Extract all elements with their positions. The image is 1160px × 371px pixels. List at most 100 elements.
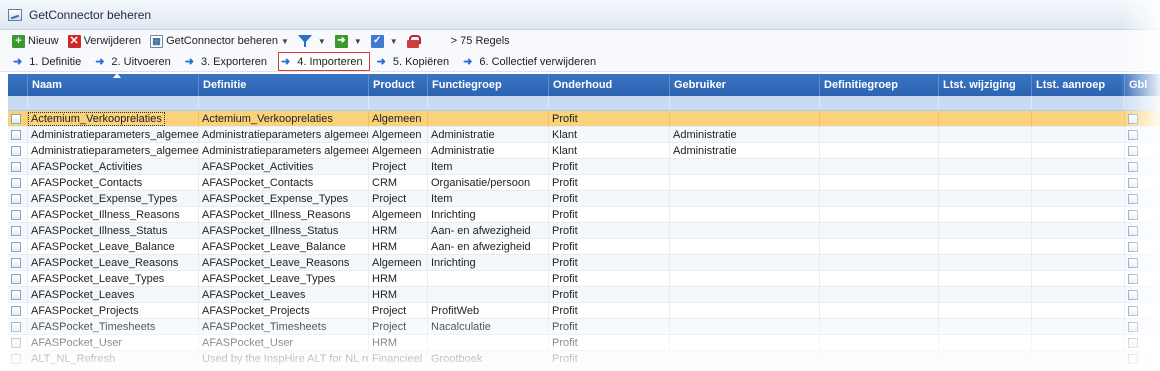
table-cell-definitie[interactable]: AFASPocket_Leave_Reasons [199, 255, 369, 270]
table-cell-onderhoud[interactable]: Klant [549, 127, 670, 142]
table-cell[interactable] [1032, 159, 1125, 174]
row-checkbox[interactable] [11, 321, 21, 332]
table-row[interactable]: Actemium_Verkooprelaties Actemium_Verkoop… [8, 111, 1160, 127]
filter-input-ltst-wijziging[interactable] [939, 96, 1032, 110]
row-checkbox[interactable] [11, 113, 21, 124]
table-cell-functiegroep[interactable]: Organisatie/persoon [428, 175, 549, 190]
table-row[interactable]: AFASPocket_Activities AFASPocket_Activiti… [8, 159, 1160, 175]
table-cell[interactable] [820, 175, 939, 190]
table-cell-naam[interactable]: AFASPocket_Leave_Reasons [28, 255, 199, 270]
table-cell-definitie[interactable]: AFASPocket_Activities [199, 159, 369, 174]
gbl-checkbox[interactable] [1128, 145, 1138, 156]
column-header-ltst-wijziging[interactable]: Ltst. wijziging [939, 74, 1032, 96]
table-cell-definitie[interactable]: Used by the InspHire ALT for NL re [199, 351, 369, 366]
table-cell-product[interactable]: HRM [369, 239, 428, 254]
table-cell-naam[interactable]: AFASPocket_Illness_Reasons [28, 207, 199, 222]
table-cell-product[interactable]: HRM [369, 271, 428, 286]
table-cell-gebruiker[interactable] [670, 287, 820, 302]
gbl-checkbox[interactable] [1128, 129, 1138, 140]
row-checkbox[interactable] [11, 305, 21, 316]
gbl-checkbox[interactable] [1128, 225, 1138, 236]
step-kopieren[interactable]: ➜ 5. Kopiëren [374, 52, 456, 71]
table-row[interactable]: Administratieparameters_algemeen Administ… [8, 127, 1160, 143]
table-cell[interactable] [939, 255, 1032, 270]
table-cell-functiegroep[interactable] [428, 271, 549, 286]
row-checkbox[interactable] [11, 161, 21, 172]
filter-button[interactable]: ▼ [297, 35, 326, 47]
table-cell-onderhoud[interactable]: Profit [549, 191, 670, 206]
column-header-product[interactable]: Product [369, 74, 428, 96]
export-button[interactable]: ➜ ▼ [334, 34, 362, 48]
table-cell-functiegroep[interactable]: Aan- en afwezigheid [428, 239, 549, 254]
filter-input-gebruiker[interactable] [670, 96, 820, 110]
table-cell-naam[interactable]: AFASPocket_Expense_Types [28, 191, 199, 206]
table-row[interactable]: AFASPocket_Expense_Types AFASPocket_Expen… [8, 191, 1160, 207]
table-cell[interactable] [1032, 303, 1125, 318]
table-cell[interactable] [939, 271, 1032, 286]
table-row[interactable]: AFASPocket_Contacts AFASPocket_Contacts CR… [8, 175, 1160, 191]
table-cell-onderhoud[interactable]: Profit [549, 207, 670, 222]
filter-input-gbl[interactable] [1125, 96, 1160, 110]
table-cell-gebruiker[interactable] [670, 303, 820, 318]
table-row[interactable]: AFASPocket_Illness_Status AFASPocket_Illn… [8, 223, 1160, 239]
filter-input-definitiegroep[interactable] [820, 96, 939, 110]
table-cell-gebruiker[interactable] [670, 159, 820, 174]
table-cell-definitie[interactable]: AFASPocket_Illness_Status [199, 223, 369, 238]
table-cell-functiegroep[interactable]: Item [428, 159, 549, 174]
table-cell-naam[interactable]: Administratieparameters_algemeen [28, 127, 199, 142]
table-cell-definitie[interactable]: AFASPocket_Illness_Reasons [199, 207, 369, 222]
column-header-functiegroep[interactable]: Functiegroep [428, 74, 549, 96]
filter-input-definitie[interactable] [199, 96, 369, 110]
table-cell[interactable] [939, 319, 1032, 334]
table-cell-gebruiker[interactable] [670, 239, 820, 254]
gbl-checkbox[interactable] [1128, 289, 1138, 300]
table-cell[interactable] [939, 143, 1032, 158]
table-cell-onderhoud[interactable]: Profit [549, 351, 670, 366]
table-cell-product[interactable]: Financieel [369, 351, 428, 366]
table-cell-definitie[interactable]: Actemium_Verkooprelaties [199, 111, 369, 126]
table-cell-functiegroep[interactable]: Item [428, 191, 549, 206]
row-checkbox[interactable] [11, 353, 21, 364]
table-cell-onderhoud[interactable]: Profit [549, 239, 670, 254]
table-cell-product[interactable]: Project [369, 191, 428, 206]
table-cell-onderhoud[interactable]: Profit [549, 175, 670, 190]
table-row[interactable]: AFASPocket_User AFASPocket_User HRM Profit [8, 335, 1160, 351]
table-cell[interactable] [820, 223, 939, 238]
table-cell-onderhoud[interactable]: Profit [549, 271, 670, 286]
table-row[interactable]: AFASPocket_Leave_Reasons AFASPocket_Leave… [8, 255, 1160, 271]
gbl-checkbox[interactable] [1128, 273, 1138, 284]
step-importeren[interactable]: ➜ 4. Importeren [278, 52, 370, 71]
column-header-select[interactable] [8, 74, 28, 96]
table-cell-functiegroep[interactable]: Grootboek [428, 351, 549, 366]
table-cell-naam[interactable]: ALT_NL_Refresh [28, 351, 199, 366]
table-cell-definitie[interactable]: AFASPocket_Projects [199, 303, 369, 318]
table-cell-functiegroep[interactable]: Nacalculatie [428, 319, 549, 334]
table-cell-naam[interactable]: AFASPocket_Activities [28, 159, 199, 174]
row-checkbox[interactable] [11, 257, 21, 268]
table-cell-product[interactable]: CRM [369, 175, 428, 190]
new-button[interactable]: + Nieuw [12, 34, 59, 48]
table-cell-naam[interactable]: AFASPocket_Illness_Status [28, 223, 199, 238]
table-row[interactable]: AFASPocket_Leave_Types AFASPocket_Leave_T… [8, 271, 1160, 287]
table-cell-onderhoud[interactable]: Profit [549, 223, 670, 238]
table-cell[interactable] [820, 287, 939, 302]
filter-input-product[interactable] [369, 96, 428, 110]
table-row[interactable]: AFASPocket_Timesheets AFASPocket_Timeshee… [8, 319, 1160, 335]
table-cell-product[interactable]: Algemeen [369, 143, 428, 158]
table-cell-onderhoud[interactable]: Profit [549, 335, 670, 350]
table-cell-product[interactable]: HRM [369, 287, 428, 302]
table-cell[interactable] [1032, 319, 1125, 334]
table-cell[interactable] [1032, 207, 1125, 222]
table-cell[interactable] [820, 127, 939, 142]
gbl-checkbox[interactable] [1128, 161, 1138, 172]
gbl-checkbox[interactable] [1128, 257, 1138, 268]
table-cell-naam[interactable]: AFASPocket_Projects [28, 303, 199, 318]
table-cell[interactable] [939, 207, 1032, 222]
row-checkbox[interactable] [11, 145, 21, 156]
table-cell-functiegroep[interactable]: Inrichting [428, 255, 549, 270]
table-cell[interactable] [820, 351, 939, 366]
table-cell-onderhoud[interactable]: Profit [549, 303, 670, 318]
row-checkbox[interactable] [11, 225, 21, 236]
table-cell-product[interactable]: Algemeen [369, 127, 428, 142]
table-cell[interactable] [1032, 335, 1125, 350]
